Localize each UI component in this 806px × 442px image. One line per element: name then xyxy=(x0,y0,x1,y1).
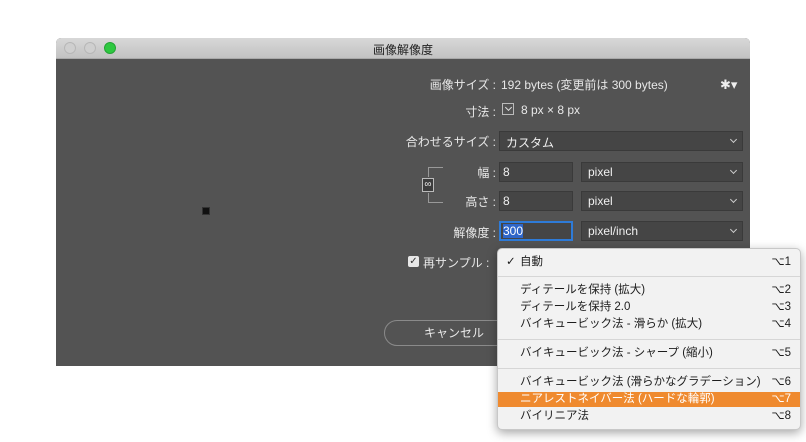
menu-item-bicubic-sharper[interactable]: バイキュービック法 - シャープ (縮小) ⌥5 xyxy=(498,346,800,361)
resolution-unit-select[interactable]: pixel/inch xyxy=(581,221,743,241)
height-unit-select[interactable]: pixel xyxy=(581,191,743,211)
menu-item-preserve-details-2[interactable]: ディテールを保持 2.0 ⌥3 xyxy=(498,300,800,315)
width-label: 幅 : xyxy=(477,166,496,180)
fit-to-value: カスタム xyxy=(506,136,555,150)
menu-separator xyxy=(498,339,800,340)
chevron-down-icon xyxy=(729,195,738,204)
gear-icon[interactable]: ✱▾ xyxy=(720,77,737,93)
chevron-down-icon xyxy=(729,166,738,175)
resolution-label: 解像度 : xyxy=(453,226,496,240)
menu-item-preserve-details[interactable]: ディテールを保持 (拡大) ⌥2 xyxy=(498,283,800,298)
width-unit-select[interactable]: pixel xyxy=(581,162,743,182)
width-unit-value: pixel xyxy=(588,165,613,179)
link-icon[interactable]: ∞ xyxy=(422,178,434,192)
menu-separator xyxy=(498,368,800,369)
menu-item-auto[interactable]: ✓ 自動 ⌥1 xyxy=(498,255,800,270)
resolution-input[interactable]: 300 xyxy=(499,221,573,241)
height-label: 高さ : xyxy=(465,195,496,209)
title-bar: 画像解像度 xyxy=(56,38,750,59)
image-size-label: 画像サイズ : xyxy=(429,78,496,92)
resolution-value: 300 xyxy=(503,224,524,238)
resample-label: 再サンプル : xyxy=(423,256,490,270)
chevron-down-icon xyxy=(729,135,738,144)
dimensions-label: 寸法 : xyxy=(465,105,496,119)
fit-to-select[interactable]: カスタム xyxy=(499,131,743,151)
image-size-value: 192 bytes (変更前は 300 bytes) xyxy=(501,78,668,92)
dimensions-value: 8 px × 8 px xyxy=(521,103,581,117)
window-title: 画像解像度 xyxy=(372,43,433,57)
image-preview xyxy=(202,207,210,215)
chevron-down-icon[interactable] xyxy=(502,103,514,115)
resample-checkbox[interactable]: ✓ xyxy=(408,256,419,267)
resolution-unit-value: pixel/inch xyxy=(588,224,639,238)
menu-separator xyxy=(498,276,800,277)
menu-item-nearest-neighbor[interactable]: ニアレストネイバー法 (ハードな輪郭) ⌥7 xyxy=(498,392,800,407)
menu-item-bicubic-smoother[interactable]: バイキュービック法 - 滑らか (拡大) ⌥4 xyxy=(498,317,800,332)
height-input[interactable]: 8 xyxy=(499,191,573,211)
checkmark-icon: ✓ xyxy=(506,256,516,268)
menu-item-bilinear[interactable]: バイリニア法 ⌥8 xyxy=(498,409,800,424)
chevron-down-icon xyxy=(729,225,738,234)
height-unit-value: pixel xyxy=(588,194,613,208)
menu-item-bicubic-gradient[interactable]: バイキュービック法 (滑らかなグラデーション) ⌥6 xyxy=(498,375,800,390)
fit-to-label: 合わせるサイズ : xyxy=(405,135,496,149)
resample-method-menu: ✓ 自動 ⌥1 ディテールを保持 (拡大) ⌥2 ディテールを保持 2.0 ⌥3… xyxy=(497,248,801,430)
width-input[interactable]: 8 xyxy=(499,162,573,182)
constrain-proportions: ∞ xyxy=(422,167,443,203)
